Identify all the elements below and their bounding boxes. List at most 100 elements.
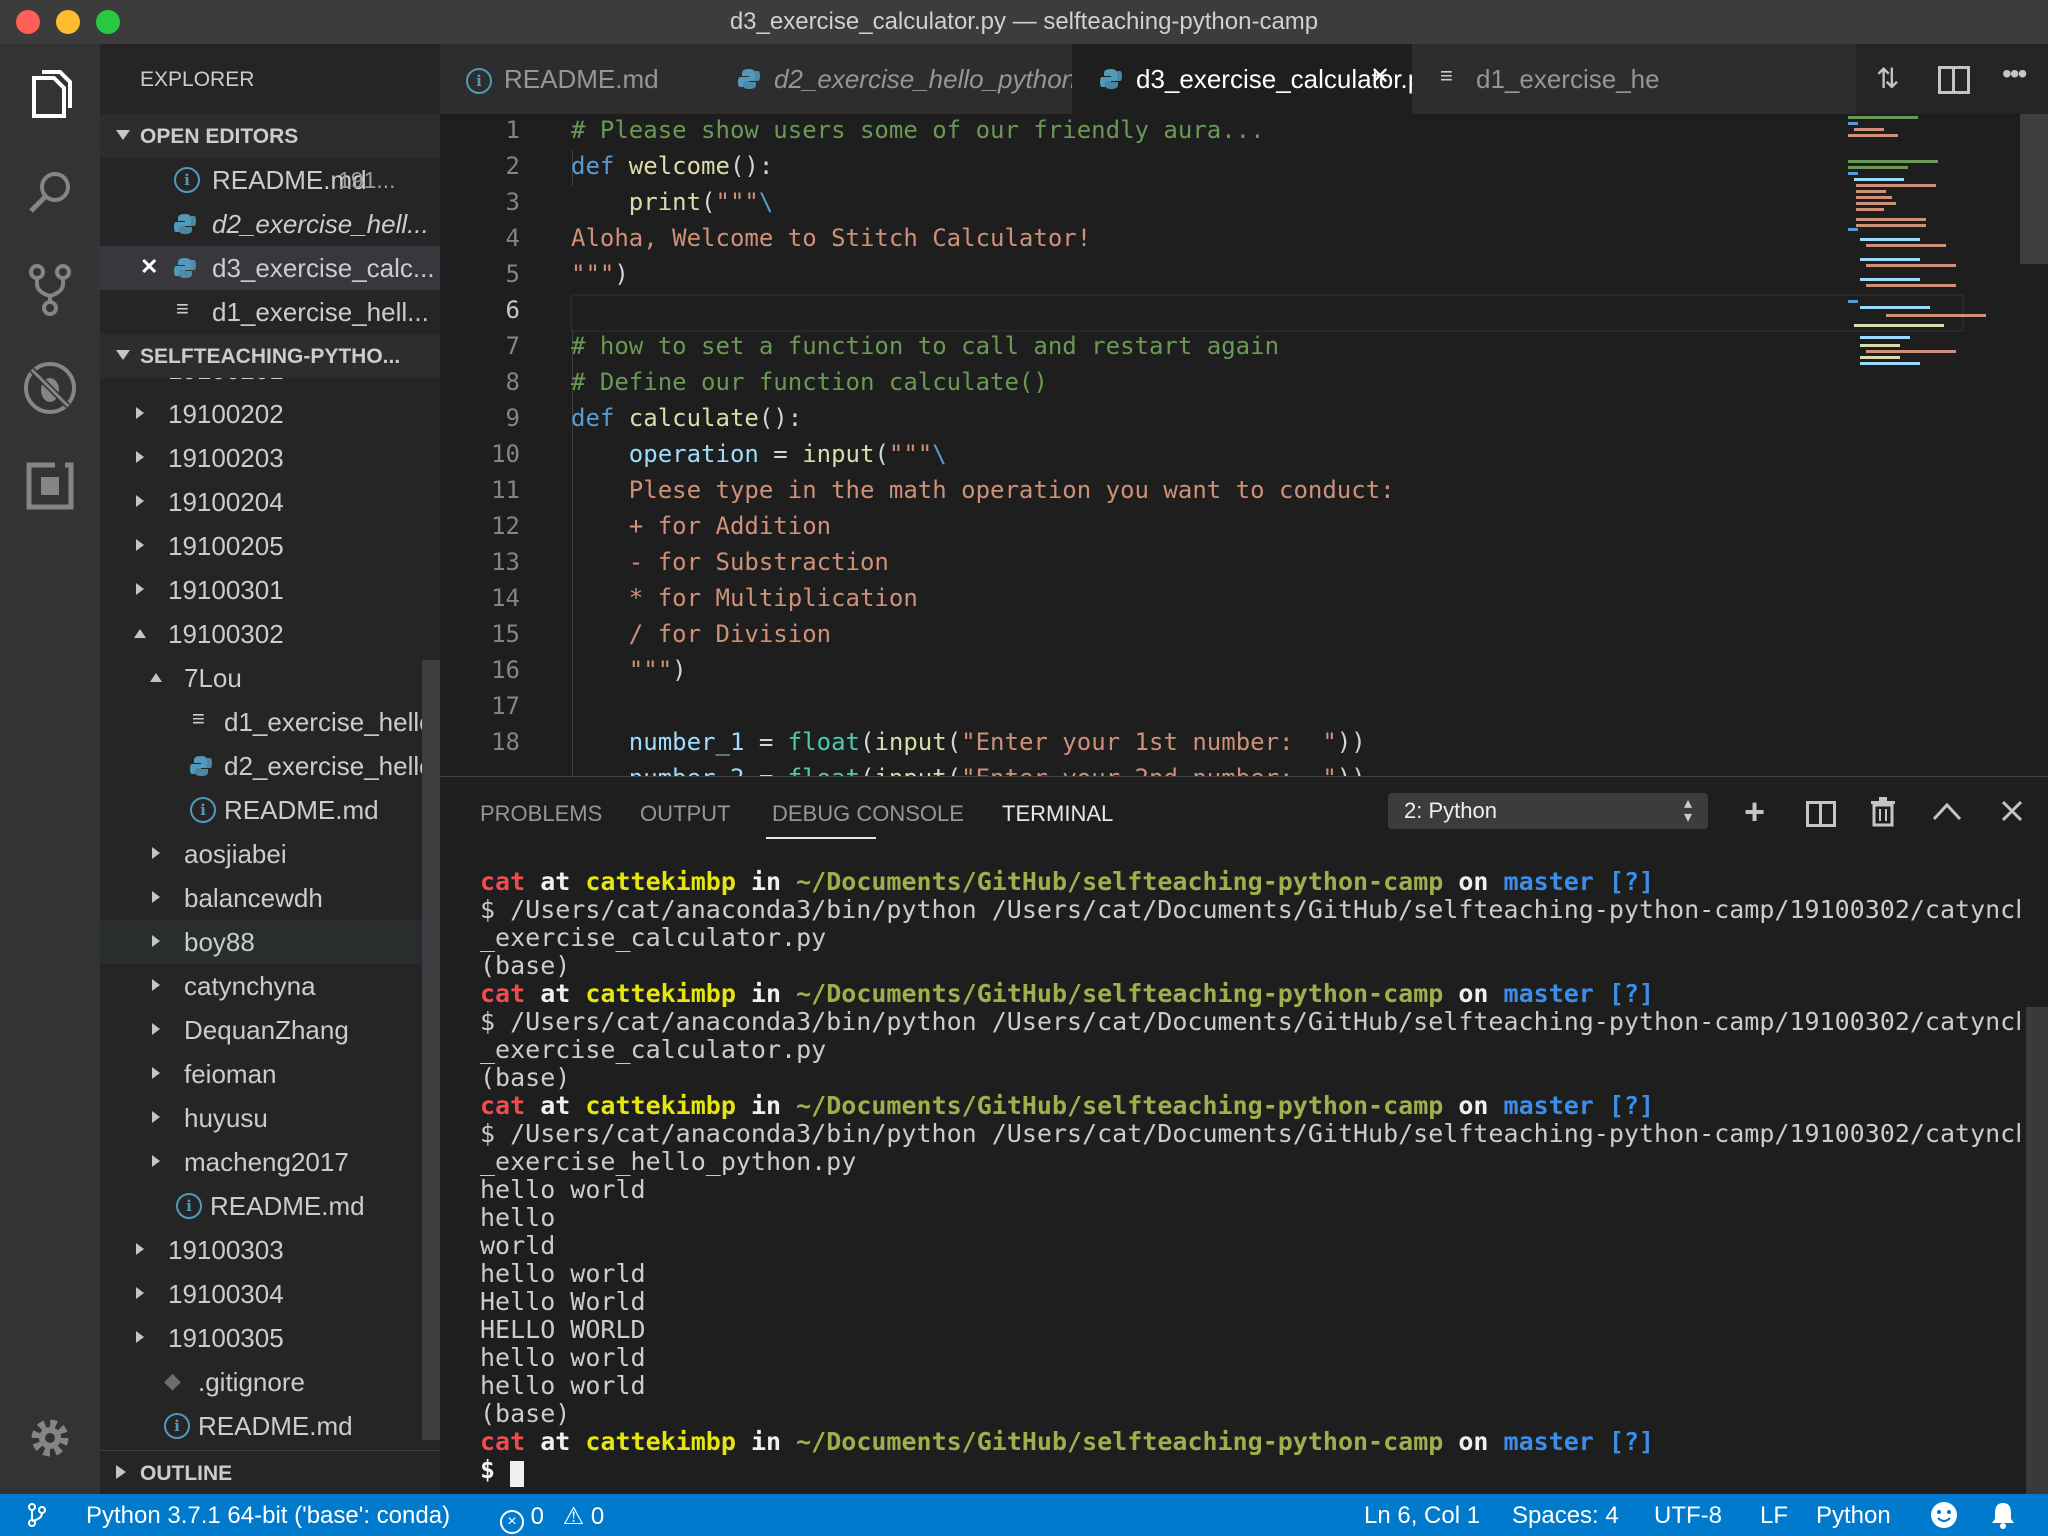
tree-folder[interactable]: 7Lou xyxy=(100,656,422,700)
line-number: 15 xyxy=(491,620,520,648)
tree-folder[interactable]: 19100204 xyxy=(100,480,422,524)
close-tab-icon[interactable]: ✕ xyxy=(1370,62,1390,91)
code-token: float xyxy=(788,764,860,776)
minimap[interactable] xyxy=(1846,114,1996,374)
python-icon xyxy=(1100,69,1122,89)
cursor-position[interactable]: Ln 6, Col 1 xyxy=(1364,1502,1480,1530)
tree-file[interactable]: i README.md xyxy=(100,1404,422,1448)
line-number: 18 xyxy=(491,728,520,756)
terminal-token: ~/Documents/GitHub/selfteaching-python-c… xyxy=(796,1091,1444,1120)
tree-folder[interactable]: 19100301 xyxy=(100,568,422,612)
tree-file[interactable]: d2_exercise_hello... xyxy=(100,744,422,788)
tree-folder[interactable]: 19100302 xyxy=(100,612,422,656)
close-icon[interactable]: ✕ xyxy=(140,254,158,280)
tree-item-label: DequanZhang xyxy=(184,1015,349,1045)
terminal[interactable]: cat at cattekimbp in ~/Documents/GitHub/… xyxy=(440,867,2020,1495)
open-editor-item[interactable]: i README.md 191... xyxy=(100,158,440,202)
git-branch-icon[interactable] xyxy=(26,1502,48,1528)
trash-icon[interactable] xyxy=(1870,797,1896,827)
panel-tab-output[interactable]: OUTPUT xyxy=(640,801,730,827)
editor-tab[interactable]: d2_exercise_hello_python.py xyxy=(710,44,1073,114)
chevron-right-icon xyxy=(152,1155,160,1167)
notifications-bell-icon[interactable] xyxy=(1990,1501,2016,1529)
encoding[interactable]: UTF-8 xyxy=(1654,1502,1722,1530)
tree-folder[interactable]: 19100203 xyxy=(100,436,422,480)
tree-file[interactable]: i README.md xyxy=(100,1184,422,1228)
open-editor-item[interactable]: d2_exercise_hell... xyxy=(100,202,440,246)
debug-icon[interactable] xyxy=(22,360,78,416)
editor-tab[interactable]: ≡ d1_exercise_he xyxy=(1412,44,1857,114)
tree-file[interactable]: ◆ .gitignore xyxy=(100,1360,422,1404)
more-actions-icon[interactable]: ••• xyxy=(2002,58,2027,90)
git-icon: ◆ xyxy=(164,1368,181,1393)
sidebar-scrollbar[interactable] xyxy=(422,660,440,1440)
split-terminal-icon[interactable] xyxy=(1806,801,1836,827)
editor-scrollbar[interactable] xyxy=(2020,114,2048,264)
split-editor-icon[interactable] xyxy=(1938,66,1970,94)
open-editors-section-header[interactable]: OPEN EDITORS xyxy=(100,114,440,158)
tree-folder[interactable]: huyusu xyxy=(100,1096,422,1140)
tree-folder[interactable]: 19100205 xyxy=(100,524,422,568)
tree-folder[interactable]: feioman xyxy=(100,1052,422,1096)
extensions-icon[interactable] xyxy=(22,458,78,514)
code-editor[interactable]: 1 2 3 4 5 6 7 8 9 10 11 12 13 14 15 16 17 18 # Please sho… xyxy=(440,114,2048,776)
code-token: "Enter your 2nd number: " xyxy=(961,764,1337,776)
terminal-token: on xyxy=(1443,979,1504,1008)
terminal-select[interactable]: 2: Python ▴ ▾ xyxy=(1388,793,1708,829)
tree-folder[interactable]: aosjiabei xyxy=(100,832,422,876)
project-section-header[interactable]: SELFTEACHING-PYTHO... xyxy=(100,334,440,378)
tree-folder[interactable]: 19100202 xyxy=(100,392,422,436)
tree-item-label: 19100305 xyxy=(168,1323,284,1353)
code-token: ( xyxy=(946,728,962,756)
tree-folder[interactable]: macheng2017 xyxy=(100,1140,422,1184)
line-number: 14 xyxy=(491,584,520,612)
source-control-icon[interactable] xyxy=(22,262,78,318)
tree-folder[interactable]: 19100304 xyxy=(100,1272,422,1316)
chevron-down-icon xyxy=(150,673,162,682)
chevron-right-icon xyxy=(136,495,144,507)
close-panel-icon[interactable] xyxy=(2000,799,2024,823)
terminal-token: in xyxy=(735,867,797,896)
search-icon[interactable] xyxy=(22,164,78,220)
open-editor-item[interactable]: ✕ d3_exercise_calc... xyxy=(100,246,440,290)
terminal-line: hello world xyxy=(480,1259,646,1288)
panel-tab-terminal[interactable]: TERMINAL xyxy=(1002,801,1113,827)
maximize-panel-chevron-up-icon[interactable] xyxy=(1932,801,1962,821)
tree-folder[interactable]: boy88 xyxy=(100,920,422,964)
tree-item-label: 19100202 xyxy=(168,399,284,429)
terminal-token: master xyxy=(1503,1091,1594,1120)
tree-file[interactable]: i README.md xyxy=(100,788,422,832)
new-terminal-icon[interactable]: + xyxy=(1744,791,1765,833)
problems-indicator[interactable]: × 0 ⚠ 0 xyxy=(500,1502,604,1534)
tree-folder[interactable]: catynchyna xyxy=(100,964,422,1008)
code-line: # Please show users some of our friendly… xyxy=(571,116,1265,144)
language-mode[interactable]: Python xyxy=(1816,1502,1891,1530)
python-interpreter[interactable]: Python 3.7.1 64-bit ('base': conda) xyxy=(86,1502,450,1530)
settings-gear-icon[interactable] xyxy=(22,1410,78,1466)
error-icon: × xyxy=(500,1510,524,1534)
panel-tab-problems[interactable]: PROBLEMS xyxy=(480,801,602,827)
tree-folder[interactable]: DequanZhang xyxy=(100,1008,422,1052)
terminal-token: hello world xyxy=(480,1343,646,1372)
open-changes-icon[interactable]: ⇅ xyxy=(1876,62,1899,95)
editor-tab[interactable]: i README.md xyxy=(440,44,711,114)
open-editor-item[interactable]: ≡ d1_exercise_hell... xyxy=(100,290,440,334)
terminal-scrollbar[interactable] xyxy=(2026,1007,2048,1495)
tree-item-partial[interactable]: 19100201 xyxy=(100,378,422,392)
terminal-line: hello xyxy=(480,1203,555,1232)
outline-section-header[interactable]: OUTLINE xyxy=(100,1450,440,1495)
tree-folder[interactable]: 19100305 xyxy=(100,1316,422,1360)
editor-tab[interactable]: d3_exercise_calculator.py ✕ xyxy=(1072,44,1413,114)
outline-label: OUTLINE xyxy=(140,1462,233,1485)
end-of-line[interactable]: LF xyxy=(1760,1502,1788,1530)
explorer-icon[interactable] xyxy=(22,66,78,122)
tree-folder[interactable]: balancewdh xyxy=(100,876,422,920)
feedback-smiley-icon[interactable] xyxy=(1930,1501,1958,1529)
tree-file[interactable]: ≡ d1_exercise_hello... xyxy=(100,700,422,744)
indentation[interactable]: Spaces: 4 xyxy=(1512,1502,1619,1530)
chevron-right-icon xyxy=(136,1331,144,1343)
panel-tab-debug-console[interactable]: DEBUG CONSOLE xyxy=(772,801,964,827)
tree-folder[interactable]: 19100303 xyxy=(100,1228,422,1272)
terminal-token: world xyxy=(480,1231,556,1260)
